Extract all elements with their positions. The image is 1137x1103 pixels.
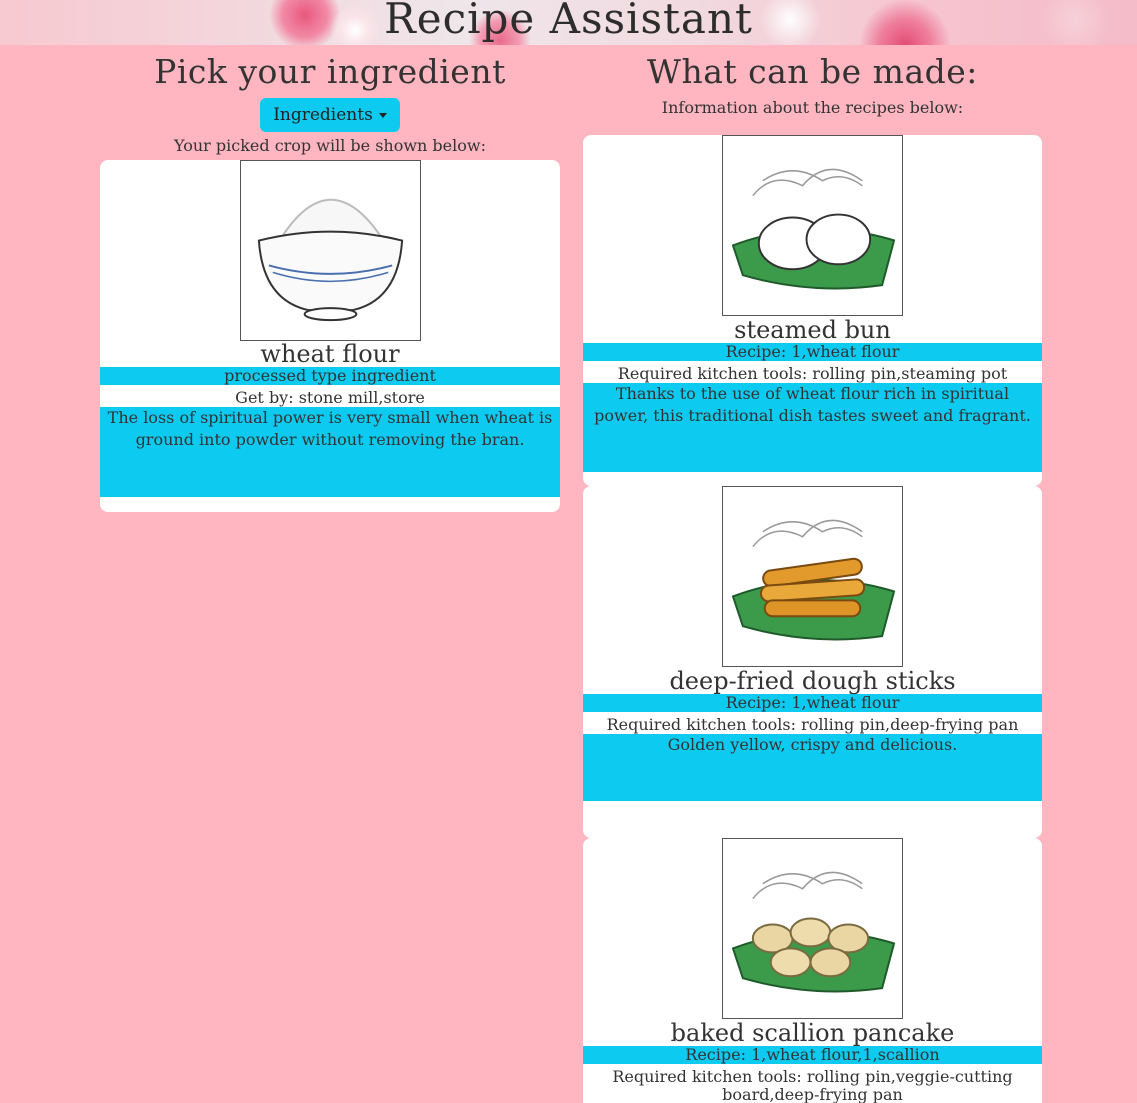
picked-crop-caption: Your picked crop will be shown below: [174, 136, 486, 155]
flour-bowl-image [239, 160, 421, 341]
recipe-card: steamed bun Recipe: 1,wheat flour Requir… [583, 135, 1042, 486]
recipe-description: Thanks to the use of wheat flour rich in… [583, 383, 1042, 472]
recipe-ingredients: Recipe: 1,wheat flour,1,scallion [583, 1046, 1042, 1064]
ingredients-dropdown-label: Ingredients [273, 105, 373, 125]
ingredient-type: processed type ingredient [100, 367, 560, 385]
recipe-ingredients: Recipe: 1,wheat flour [583, 694, 1042, 712]
recipes-column-title: What can be made: [647, 52, 978, 91]
recipes-caption: Information about the recipes below: [661, 98, 964, 117]
ingredients-dropdown-button[interactable]: Ingredients [260, 98, 400, 132]
scallion-pancake-image [722, 838, 903, 1019]
ingredient-column: Pick your ingredient Ingredients Your pi… [100, 48, 560, 512]
recipe-tools: Required kitchen tools: rolling pin,stea… [617, 364, 1008, 383]
recipe-name: baked scallion pancake [670, 1019, 955, 1047]
ingredient-description: The loss of spiritual power is very smal… [100, 407, 560, 497]
recipe-card: deep-fried dough sticks Recipe: 1,wheat … [583, 486, 1042, 838]
recipe-tools: Required kitchen tools: rolling pin,vegg… [612, 1067, 1013, 1103]
recipe-ingredients: Recipe: 1,wheat flour [583, 343, 1042, 361]
page-title: Recipe Assistant [384, 0, 753, 43]
dough-sticks-image [722, 486, 903, 667]
recipes-column: What can be made: Information about the … [583, 48, 1042, 1103]
recipe-description: Golden yellow, crispy and delicious. [583, 734, 1042, 801]
recipe-name: deep-fried dough sticks [669, 667, 956, 695]
ingredient-card: wheat flour processed type ingredient Ge… [100, 160, 560, 512]
recipe-name: steamed bun [734, 316, 891, 344]
ingredient-name: wheat flour [260, 340, 400, 368]
header-banner: Recipe Assistant [0, 0, 1137, 45]
caret-down-icon [378, 113, 387, 118]
ingredient-column-title: Pick your ingredient [154, 52, 506, 91]
ingredient-get-by: Get by: stone mill,store [235, 388, 425, 407]
recipe-tools: Required kitchen tools: rolling pin,deep… [606, 715, 1019, 734]
recipe-card: baked scallion pancake Recipe: 1,wheat f… [583, 838, 1042, 1103]
steamed-bun-image [722, 135, 903, 316]
